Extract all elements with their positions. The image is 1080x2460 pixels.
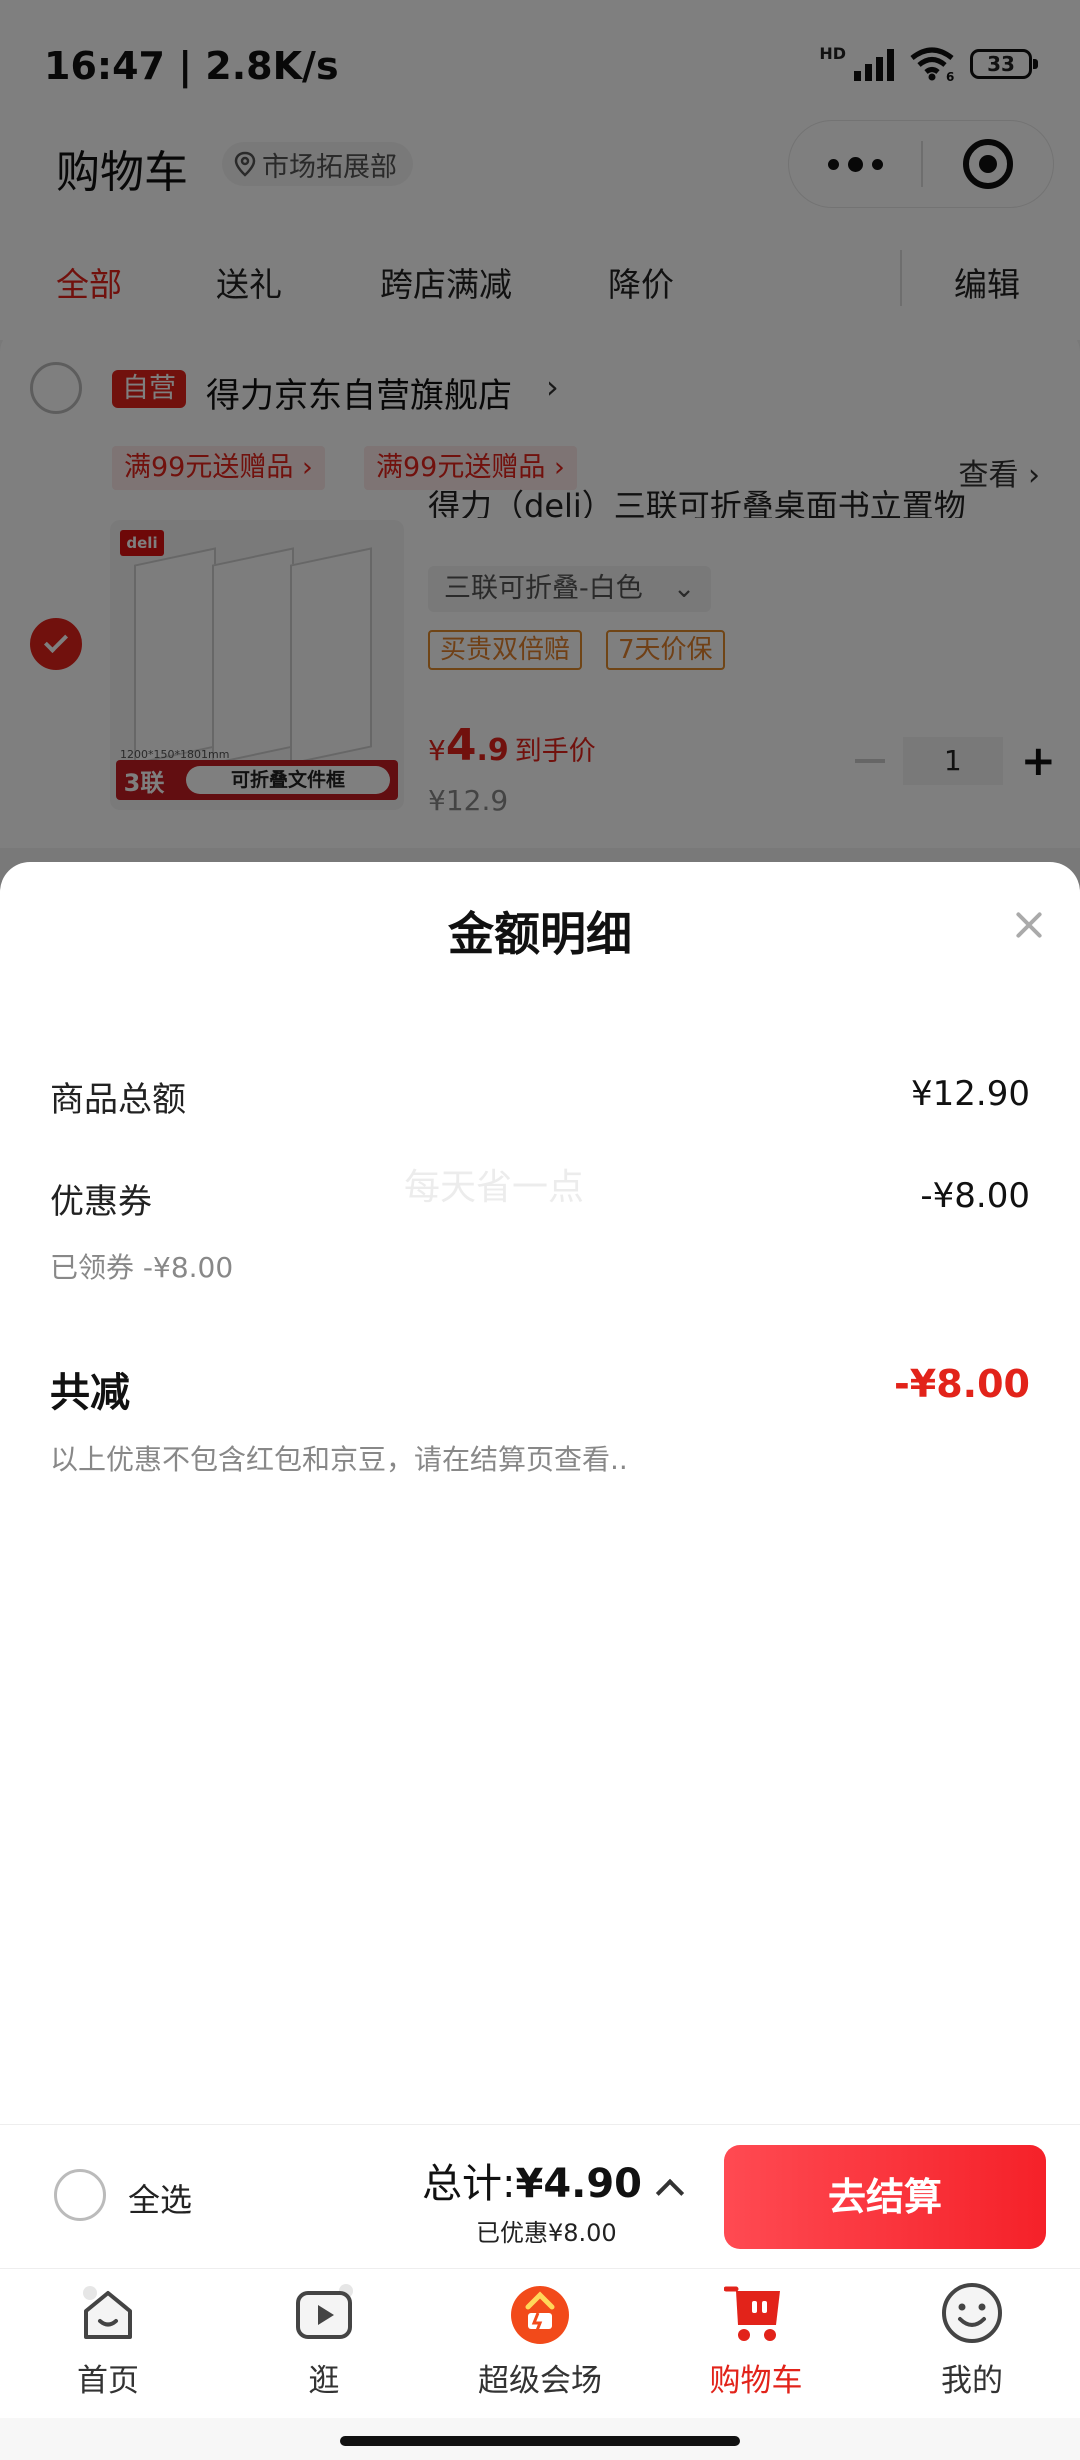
- play-icon: [296, 2284, 353, 2339]
- subtotal-label: 商品总额: [50, 1080, 186, 1120]
- checkout-button[interactable]: 去结算: [724, 2145, 1046, 2249]
- close-icon[interactable]: [1004, 900, 1054, 950]
- tab-home[interactable]: 首页: [0, 2269, 216, 2419]
- bottom-tab-bar: 首页 逛 超级会场 购物车 我的: [0, 2268, 1080, 2418]
- tab-super-venue[interactable]: 超级会场: [432, 2269, 648, 2419]
- total-discount-label: 共减: [50, 1370, 130, 1416]
- select-all-checkbox[interactable]: [54, 2169, 106, 2221]
- subtotal-value: ¥12.90: [911, 1074, 1030, 1114]
- tab-me[interactable]: 我的: [864, 2269, 1080, 2419]
- checkout-bar: 全选 总计:¥4.90 已优惠¥8.00 去结算: [0, 2124, 1080, 2268]
- tab-browse[interactable]: 逛: [216, 2269, 432, 2419]
- chevron-up-icon[interactable]: [655, 2178, 685, 2208]
- disclaimer: 以上优惠不包含红包和京豆，请在结算页查看..: [50, 1443, 628, 1476]
- coupon-note: 已领券 -¥8.00: [50, 1251, 234, 1284]
- super-venue-icon: [511, 2286, 569, 2344]
- saved-amount: 已优惠¥8.00: [476, 2219, 617, 2247]
- smile-icon: [942, 2283, 1002, 2343]
- home-icon: [83, 2286, 132, 2339]
- watermark: 每天省一点: [404, 1167, 585, 1208]
- select-all-label[interactable]: 全选: [128, 2175, 192, 2221]
- coupon-value: -¥8.00: [920, 1176, 1030, 1216]
- total-discount-value: -¥8.00: [894, 1362, 1030, 1406]
- sheet-title: 金额明细: [448, 907, 632, 961]
- coupon-label: 优惠券: [50, 1182, 152, 1222]
- tab-cart[interactable]: 购物车: [648, 2269, 864, 2419]
- cart-icon: [724, 2286, 780, 2341]
- total-sum: 总计:¥4.90: [422, 2161, 643, 2207]
- amount-detail-sheet: 金额明细 商品总额 ¥12.90 每天省一点 优惠券 -¥8.00 已领券 -¥…: [0, 862, 1080, 2124]
- home-indicator[interactable]: [340, 2436, 740, 2446]
